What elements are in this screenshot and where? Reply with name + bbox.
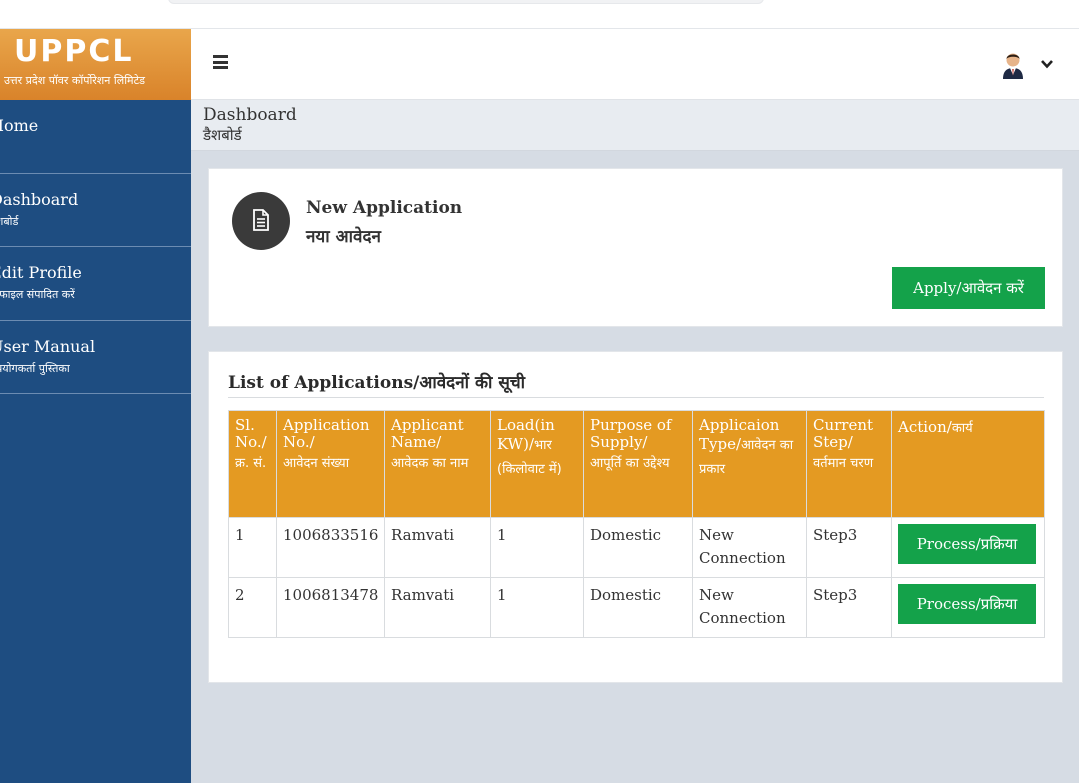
table-header-row: Sl. No./क्र. सं. Application No./आवेदन स… [228,410,1045,518]
document-icon [232,192,290,250]
column-header: Applicaion Type/आवेदन का प्रकार [692,410,807,518]
table-row: 1 1006833516 Ramvati 1 Domestic New Conn… [228,517,1045,578]
cell-action: Process/प्रक्रिया [891,517,1045,578]
column-header: Load(in KW)/भार (किलोवाट में) [490,410,584,518]
top-strip [0,0,1079,29]
cell-current-step: Step3 [806,517,892,578]
sidebar-item-home[interactable]: Home [0,100,191,174]
page-title: Dashboard [203,105,297,125]
sidebar: Home Dashboard डैशबोर्ड Edit Profile प्र… [0,100,191,783]
cell-application-no: 1006833516 [276,517,385,578]
cell-action: Process/प्रक्रिया [891,577,1045,638]
cell-application-no: 1006813478 [276,577,385,638]
table-row: 2 1006813478 Ramvati 1 Domestic New Conn… [228,577,1045,638]
cell-applicant-name: Ramvati [384,517,491,578]
cell-current-step: Step3 [806,577,892,638]
sidebar-item-sublabel: प्रोफाइल संपादित करें [0,288,75,301]
cell-application-type: New Connection [692,517,807,578]
top-header [191,29,1079,100]
cell-application-type: New Connection [692,577,807,638]
breadcrumb: Dashboard डैशबोर्ड [191,100,1079,151]
cell-sl-no: 1 [228,517,277,578]
user-avatar-icon[interactable] [999,49,1027,79]
new-application-title-hindi: नया आवेदन [306,227,381,247]
sidebar-item-sublabel: डैशबोर्ड [0,215,19,228]
sidebar-item-sublabel: उपयोगकर्ता पुस्तिका [0,362,70,375]
cell-load: 1 [490,577,584,638]
sidebar-item-dashboard[interactable]: Dashboard डैशबोर्ड [0,174,191,247]
cell-purpose: Domestic [583,577,693,638]
process-button[interactable]: Process/प्रक्रिया [898,584,1036,624]
column-header: Applicant Name/आवेदक का नाम [384,410,491,518]
column-header: Action/कार्य [891,410,1045,518]
sidebar-item-user-manual[interactable]: User Manual उपयोगकर्ता पुस्तिका [0,321,191,394]
sidebar-item-label: Dashboard [0,190,79,209]
column-header: Current Step/वर्तमान चरण [806,410,892,518]
sidebar-item-label: User Manual [0,337,96,356]
logo-brand: UPPCL [14,34,134,69]
hamburger-icon[interactable] [213,55,228,69]
cell-applicant-name: Ramvati [384,577,491,638]
applications-card: List of Applications/आवेदनों की सूची Sl.… [208,351,1063,683]
apply-button[interactable]: Apply/आवेदन करें [892,267,1045,309]
cell-load: 1 [490,517,584,578]
cell-purpose: Domestic [583,517,693,578]
column-header: Purpose of Supply/आपूर्ति का उद्देश्य [583,410,693,518]
new-application-card: New Application नया आवेदन Apply/आवेदन कर… [208,168,1063,327]
column-header: Application No./आवेदन संख्या [276,410,385,518]
applications-list-title: List of Applications/आवेदनों की सूची [228,370,1044,398]
new-application-title: New Application [306,198,463,218]
browser-search-bar[interactable] [168,0,764,4]
chevron-down-icon[interactable] [1040,57,1054,71]
sidebar-item-edit-profile[interactable]: Edit Profile प्रोफाइल संपादित करें [0,247,191,321]
logo-subtitle: उत्तर प्रदेश पॉवर कॉर्पोरेशन लिमिटेड [4,74,146,87]
sidebar-item-label: Home [0,116,39,135]
page-title-hindi: डैशबोर्ड [203,126,242,144]
uppcl-logo[interactable]: UPPCL उत्तर प्रदेश पॉवर कॉर्पोरेशन लिमिट… [0,29,191,100]
process-button[interactable]: Process/प्रक्रिया [898,524,1036,564]
applications-table: Sl. No./क्र. सं. Application No./आवेदन स… [228,410,1045,638]
column-header: Sl. No./क्र. सं. [228,410,277,518]
cell-sl-no: 2 [228,577,277,638]
sidebar-item-label: Edit Profile [0,263,82,282]
